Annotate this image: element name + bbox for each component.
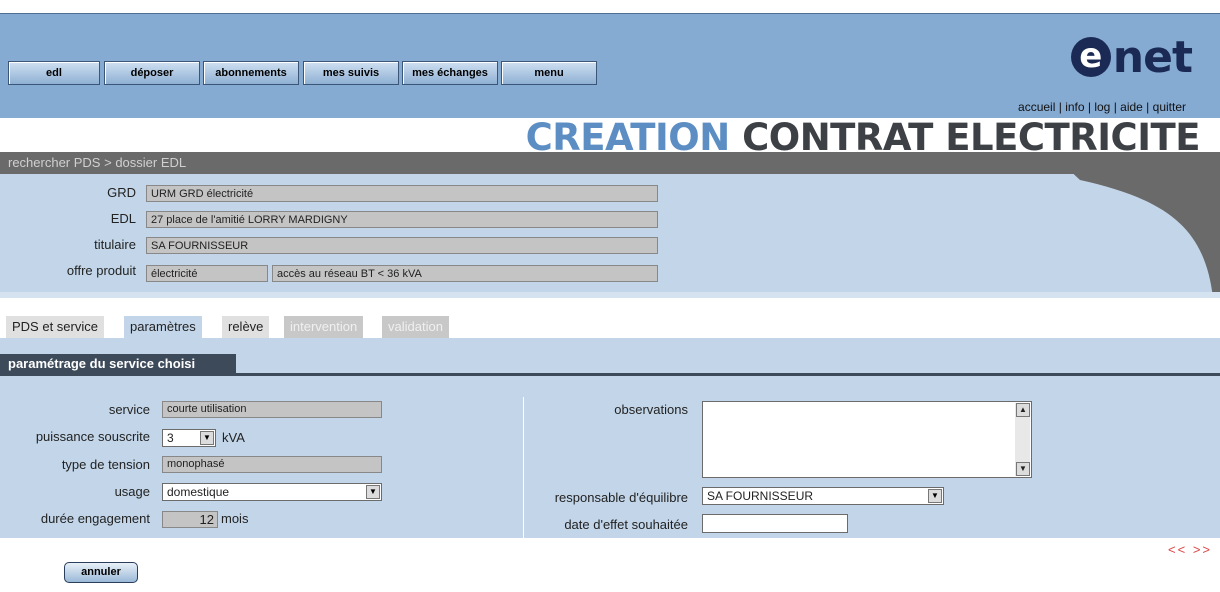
dossier-panel-bottom: [0, 292, 1220, 298]
pager: << >>: [1168, 542, 1212, 557]
puissance-souscrite-label: puissance souscrite: [35, 429, 150, 444]
annuler-button[interactable]: annuler: [64, 562, 138, 583]
scroll-down-icon[interactable]: ▼: [1016, 462, 1030, 476]
logo-e-glyph: e: [1070, 37, 1111, 77]
tab-pds-et-service[interactable]: PDS et service: [6, 316, 104, 338]
scroll-up-icon[interactable]: ▲: [1016, 403, 1030, 417]
observations-textarea[interactable]: ▲ ▼: [702, 401, 1032, 478]
tab-releve[interactable]: relève: [222, 316, 270, 338]
type-de-tension-label: type de tension: [61, 457, 150, 472]
nav-menu-button[interactable]: menu: [501, 61, 597, 85]
service-value: courte utilisation: [162, 401, 382, 418]
nav-mes-echanges-button[interactable]: mes échanges: [402, 61, 498, 85]
accueil-link[interactable]: accueil: [1018, 100, 1055, 114]
puissance-souscrite-value: 3: [167, 431, 174, 445]
responsable-equilibre-label: responsable d'équilibre: [554, 490, 688, 505]
top-header-bar: edl déposer abonnements mes suivis mes é…: [0, 13, 1220, 118]
header-swoosh-decoration: [1050, 152, 1220, 298]
dropdown-arrow-icon[interactable]: ▼: [200, 431, 214, 445]
dropdown-arrow-icon[interactable]: ▼: [928, 489, 942, 503]
link-separator: |: [1084, 100, 1095, 114]
link-separator: |: [1055, 100, 1066, 114]
nav-deposer-button[interactable]: déposer: [104, 61, 200, 85]
previous-page-icon[interactable]: <<: [1168, 542, 1187, 557]
logo-text: net: [1112, 31, 1193, 83]
section-header-line: [0, 373, 1220, 376]
usage-label: usage: [114, 484, 150, 499]
nav-mes-suivis-button[interactable]: mes suivis: [303, 61, 399, 85]
tab-parametres[interactable]: paramètres: [124, 316, 202, 338]
info-link[interactable]: info: [1065, 100, 1084, 114]
dropdown-arrow-icon[interactable]: ▼: [366, 485, 380, 499]
link-separator: |: [1142, 100, 1153, 114]
log-link[interactable]: log: [1094, 100, 1110, 114]
link-separator: |: [1110, 100, 1121, 114]
responsable-equilibre-select[interactable]: SA FOURNISSEUR ▼: [702, 487, 944, 505]
section-header: paramétrage du service choisi: [0, 354, 236, 374]
observations-label: observations: [614, 402, 688, 417]
type-de-tension-value: monophasé: [162, 456, 382, 473]
enet-logo: e net: [1070, 31, 1193, 83]
duree-unit: mois: [221, 511, 249, 526]
quitter-link[interactable]: quitter: [1153, 100, 1186, 114]
tab-intervention: intervention: [284, 316, 364, 338]
usage-select[interactable]: domestique ▼: [162, 483, 382, 501]
nav-abonnements-button[interactable]: abonnements: [203, 61, 299, 85]
puissance-souscrite-select[interactable]: 3 ▼: [162, 429, 216, 447]
tab-validation: validation: [382, 316, 449, 338]
usage-value: domestique: [167, 485, 230, 499]
nav-edl-button[interactable]: edl: [8, 61, 100, 85]
puissance-unit: kVA: [222, 430, 245, 445]
date-effet-input[interactable]: [702, 514, 848, 533]
date-effet-label: date d'effet souhaitée: [564, 517, 688, 532]
duree-engagement-label: durée engagement: [40, 511, 150, 526]
top-links: accueil | info | log | aide | quitter: [1018, 100, 1186, 114]
aide-link[interactable]: aide: [1120, 100, 1143, 114]
duree-engagement-value: 12: [162, 511, 218, 528]
responsable-equilibre-value: SA FOURNISSEUR: [707, 489, 814, 503]
next-page-icon[interactable]: >>: [1193, 542, 1212, 557]
service-label: service: [108, 402, 150, 417]
